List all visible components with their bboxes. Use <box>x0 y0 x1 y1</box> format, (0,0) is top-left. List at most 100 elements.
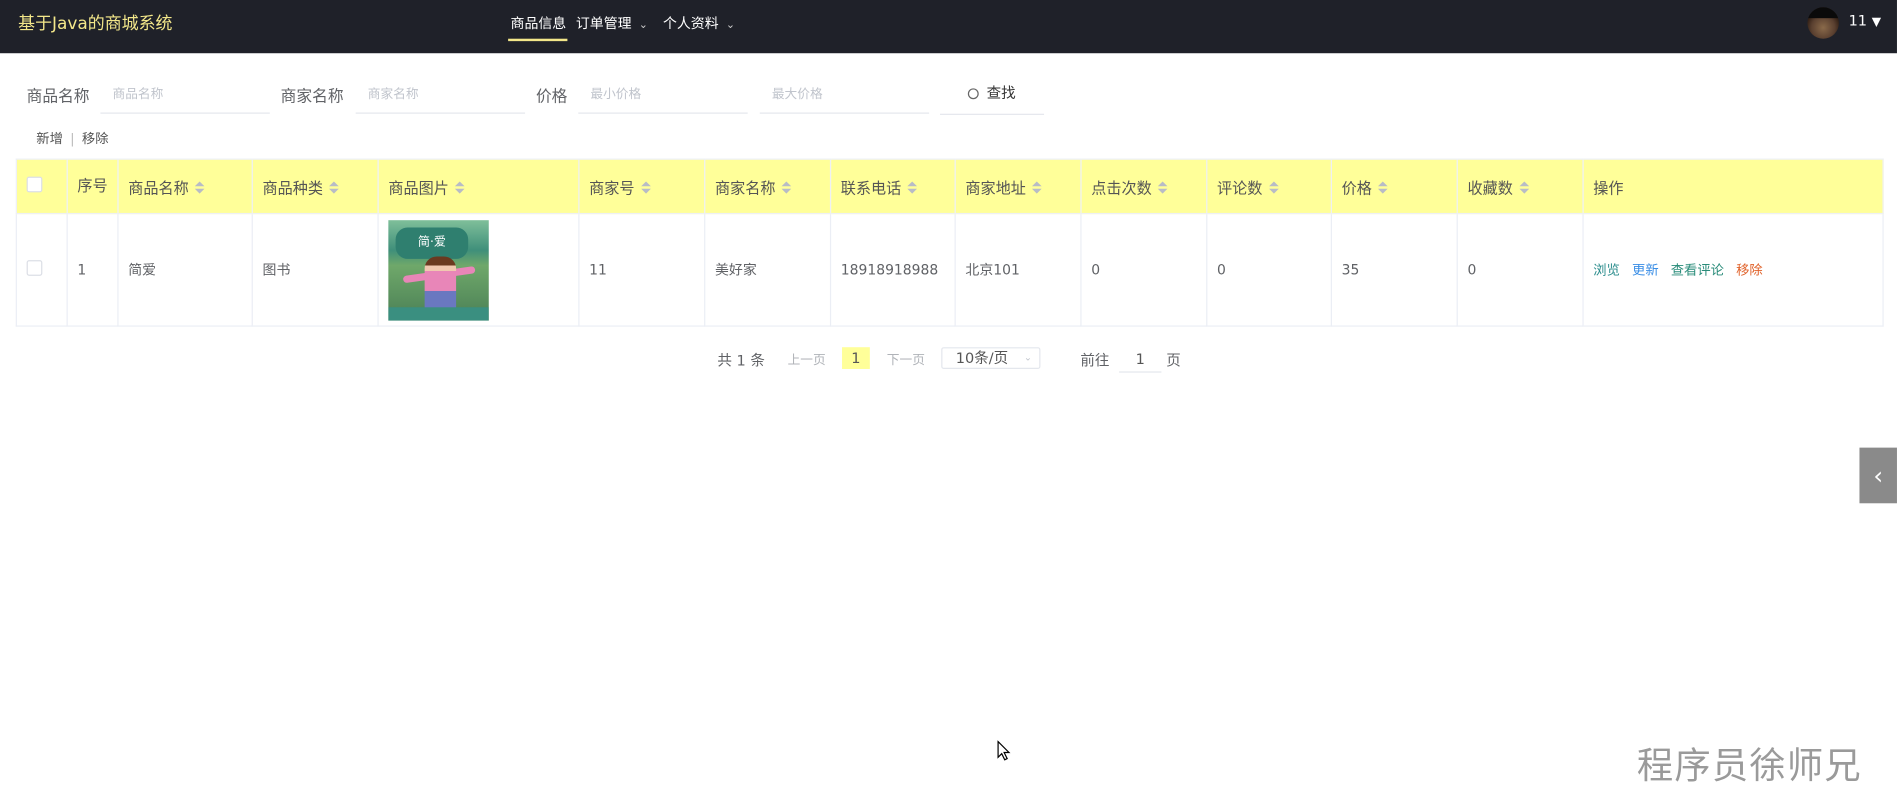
sort-icon[interactable] <box>1268 181 1279 196</box>
col-header-merchant-name[interactable]: 商家名称 <box>704 158 832 215</box>
sort-icon[interactable] <box>1157 181 1168 196</box>
max-price-input[interactable]: 最大价格 <box>759 82 930 114</box>
app-title: 基于Java的商城系统 <box>18 14 173 34</box>
page-size-select[interactable]: 10条/页 ⌄ <box>941 347 1041 369</box>
side-panel-toggle[interactable]: ‹ <box>1859 447 1897 504</box>
col-header-price[interactable]: 价格 <box>1330 158 1458 215</box>
select-all-cell <box>15 158 68 215</box>
page-unit-label: 页 <box>1166 352 1181 369</box>
cell-clicks: 0 <box>1080 212 1208 327</box>
chevron-down-icon: ⌄ <box>638 19 648 32</box>
header-label: 评论数 <box>1217 178 1263 197</box>
cell-favorites: 0 <box>1456 212 1584 327</box>
col-header-category[interactable]: 商品种类 <box>251 158 379 215</box>
nav-label: 订单管理 <box>575 14 632 32</box>
chevron-down-icon: ⌄ <box>1023 352 1032 363</box>
remove-row-button[interactable]: 移除 <box>1736 263 1763 279</box>
watermark: 程序员徐师兄 <box>1636 745 1862 788</box>
page-size-value: 10条/页 <box>955 349 1009 367</box>
divider: | <box>70 130 75 147</box>
cell-category: 图书 <box>251 212 379 327</box>
mouse-cursor-icon <box>997 740 1011 761</box>
sort-icon[interactable] <box>781 181 792 196</box>
min-price-input[interactable]: 最小价格 <box>578 82 748 114</box>
search-button-label: 查找 <box>986 84 1016 102</box>
cell-image: 简·爱 <box>377 212 580 327</box>
avatar[interactable] <box>1807 7 1839 39</box>
sort-icon[interactable] <box>1518 181 1529 196</box>
cell-name: 简爱 <box>117 212 253 327</box>
view-button[interactable]: 浏览 <box>1593 263 1620 279</box>
nav-label: 商品信息 <box>510 14 567 32</box>
search-button[interactable]: 查找 <box>940 80 1045 115</box>
header-label: 商品图片 <box>388 178 449 197</box>
row-checkbox[interactable] <box>26 260 43 276</box>
update-button[interactable]: 更新 <box>1632 263 1659 279</box>
next-page-button[interactable]: 下一页 <box>887 351 925 369</box>
header-label: 收藏数 <box>1467 178 1513 197</box>
cover-art <box>388 306 489 320</box>
select-all-checkbox[interactable] <box>26 176 43 193</box>
header-label: 价格 <box>1341 178 1372 197</box>
nav-profile[interactable]: 个人资料 ⌄ <box>663 13 735 32</box>
merchant-name-input[interactable]: 商家名称 <box>355 82 526 114</box>
remove-button[interactable]: 移除 <box>82 131 109 147</box>
top-navbar <box>0 0 1897 54</box>
sort-icon[interactable] <box>640 181 651 196</box>
page-1-button[interactable]: 1 <box>842 347 870 369</box>
header-label: 商家名称 <box>714 178 776 197</box>
sort-icon[interactable] <box>1377 181 1388 196</box>
row-select-cell <box>15 212 68 327</box>
sort-icon[interactable] <box>329 181 339 196</box>
header-label: 商品名称 <box>128 178 189 197</box>
pagination-total: 共 1 条 <box>717 352 765 369</box>
cover-art <box>424 255 457 312</box>
product-name-input[interactable]: 商品名称 <box>100 82 270 114</box>
header-label: 商品种类 <box>262 178 324 197</box>
product-name-label: 商品名称 <box>26 88 90 107</box>
price-label: 价格 <box>535 88 568 107</box>
cell-merchant-name: 美好家 <box>704 212 832 327</box>
col-header-comments[interactable]: 评论数 <box>1206 158 1332 215</box>
goto-page-input[interactable]: 1 <box>1119 347 1162 373</box>
col-header-merchant-id[interactable]: 商家号 <box>578 158 706 215</box>
toolbar: 新增 | 移除 <box>36 128 108 147</box>
header-label: 商家地址 <box>965 178 1026 197</box>
header-label: 联系电话 <box>840 178 902 197</box>
col-header-actions: 操作 <box>1582 158 1884 215</box>
cover-title: 简·爱 <box>395 226 469 259</box>
col-header-phone[interactable]: 联系电话 <box>829 158 956 215</box>
goto-label: 前往 <box>1080 352 1110 369</box>
col-header-index: 序号 <box>66 158 119 215</box>
nav-product-info[interactable]: 商品信息 <box>511 13 567 32</box>
col-header-favorites[interactable]: 收藏数 <box>1456 158 1584 215</box>
nav-order-management[interactable]: 订单管理 ⌄ <box>576 13 648 32</box>
chevron-left-icon: ‹ <box>1873 460 1884 490</box>
merchant-name-label: 商家名称 <box>280 88 344 107</box>
cell-actions: 浏览 更新 查看评论 移除 <box>1582 212 1884 327</box>
user-menu[interactable]: 11 ▼ <box>1849 12 1881 29</box>
view-comments-button[interactable]: 查看评论 <box>1671 263 1724 279</box>
col-header-address[interactable]: 商家地址 <box>954 158 1082 215</box>
product-image[interactable]: 简·爱 <box>388 219 489 320</box>
cell-index: 1 <box>66 212 119 327</box>
col-header-image[interactable]: 商品图片 <box>377 158 580 215</box>
prev-page-button[interactable]: 上一页 <box>788 351 826 369</box>
active-nav-indicator <box>508 38 568 42</box>
col-header-name[interactable]: 商品名称 <box>117 158 253 215</box>
cell-phone: 18918918988 <box>829 212 956 327</box>
sort-icon[interactable] <box>194 181 205 196</box>
nav-label: 个人资料 <box>662 14 719 32</box>
cell-merchant-id: 11 <box>578 212 706 327</box>
sort-icon[interactable] <box>1031 181 1042 196</box>
add-button[interactable]: 新增 <box>36 131 63 147</box>
table-row: 1 简爱 图书 简·爱 11 美好家 18918918988 北京101 0 0… <box>15 212 1884 327</box>
header-label: 点击次数 <box>1091 178 1152 197</box>
sort-icon[interactable] <box>907 181 918 196</box>
sort-icon[interactable] <box>454 181 465 196</box>
cell-address: 北京101 <box>954 212 1082 327</box>
username: 11 <box>1848 12 1868 30</box>
chevron-down-icon: ⌄ <box>725 19 736 32</box>
table-header-row: 序号 商品名称 商品种类 商品图片 商家号 商家名称 联系电话 商家地址 点击次… <box>15 158 1884 215</box>
col-header-clicks[interactable]: 点击次数 <box>1080 158 1208 215</box>
